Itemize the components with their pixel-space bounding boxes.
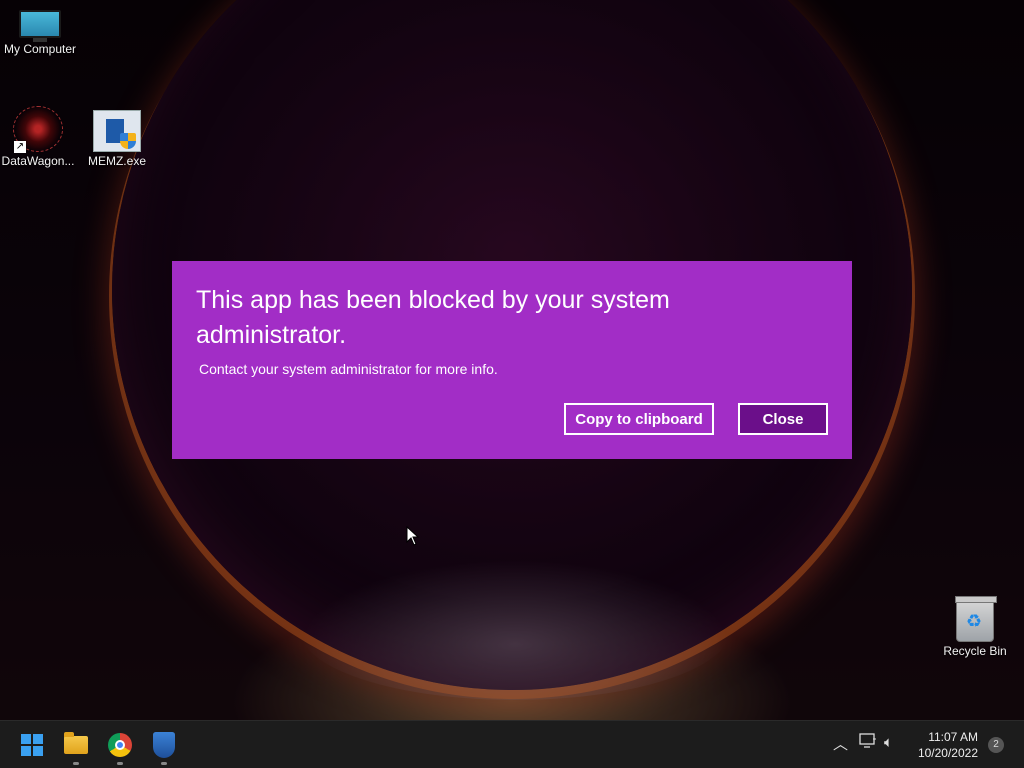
running-indicator xyxy=(73,762,79,765)
recycle-bin-icon: ♻ xyxy=(955,596,997,642)
desktop-icon-my-computer[interactable]: My Computer xyxy=(0,10,80,56)
windows-security-button[interactable] xyxy=(148,729,180,765)
dialog-message: Contact your system administrator for mo… xyxy=(199,361,498,377)
blocked-app-dialog: This app has been blocked by your system… xyxy=(172,261,852,459)
running-indicator xyxy=(117,762,123,765)
chevron-up-icon[interactable]: ︿ xyxy=(833,733,848,754)
start-button[interactable] xyxy=(16,729,48,761)
shortcut-arrow-icon: ↗ xyxy=(14,141,26,153)
file-explorer-button[interactable] xyxy=(60,729,92,765)
monitor-icon xyxy=(19,10,61,42)
dialog-title: This app has been blocked by your system… xyxy=(196,286,670,349)
mouse-cursor-icon xyxy=(406,525,420,551)
running-indicator xyxy=(161,762,167,765)
chrome-icon xyxy=(108,733,132,757)
volume-icon[interactable]: 🔈︎ xyxy=(884,733,893,751)
clock-time: 11:07 AM xyxy=(928,730,978,744)
shield-icon xyxy=(153,732,175,758)
clock[interactable]: 11:07 AM 10/20/2022 xyxy=(918,729,978,761)
clock-date: 10/20/2022 xyxy=(917,746,978,760)
desktop-icon-label: My Computer xyxy=(3,42,77,56)
executable-icon xyxy=(93,110,141,152)
network-icon[interactable] xyxy=(859,733,877,753)
copy-to-clipboard-button[interactable]: Copy to clipboard xyxy=(564,403,714,435)
desktop-icon-recycle-bin[interactable]: ♻ Recycle Bin xyxy=(935,596,1015,658)
datawagon-icon: ↗ xyxy=(13,106,63,153)
desktop-icon-datawagon[interactable]: ↗ DataWagon... xyxy=(0,106,78,168)
close-button[interactable]: Close xyxy=(738,403,828,435)
desktop-icon-label: DataWagon... xyxy=(1,154,75,168)
windows-logo-icon xyxy=(21,734,43,756)
desktop-icon-label: Recycle Bin xyxy=(943,644,1007,658)
chrome-button[interactable] xyxy=(104,729,136,765)
desktop-icon-memz[interactable]: MEMZ.exe xyxy=(77,110,157,168)
folder-icon xyxy=(64,732,88,754)
desktop-icon-label: MEMZ.exe xyxy=(87,154,146,168)
notification-badge[interactable]: 2 xyxy=(988,737,1004,753)
taskbar: ︿ 🔈︎ 11:07 AM 10/20/2022 2 xyxy=(0,720,1024,768)
